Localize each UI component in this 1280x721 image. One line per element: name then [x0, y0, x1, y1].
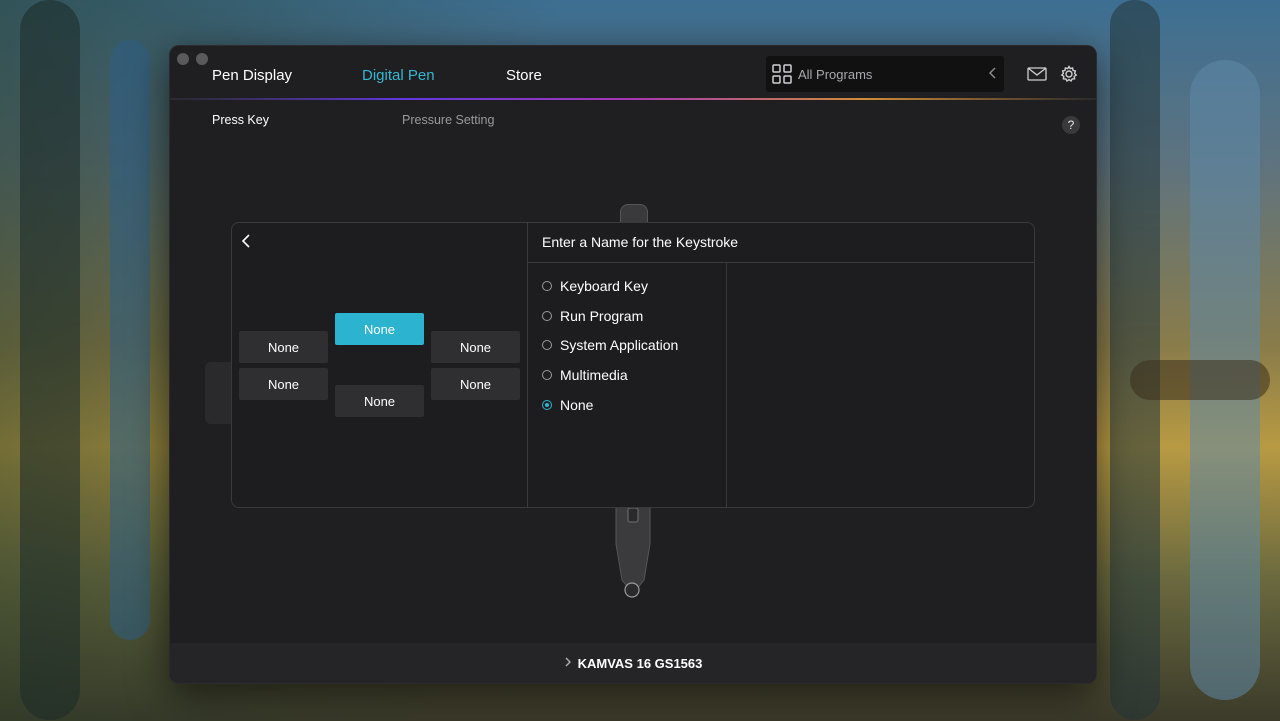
- radio-button[interactable]: [542, 281, 552, 291]
- option-label: None: [560, 397, 594, 413]
- key-button[interactable]: None: [431, 368, 520, 400]
- option-none[interactable]: None: [542, 397, 593, 413]
- tab-store[interactable]: Store: [506, 67, 542, 84]
- keystroke-dialog: None None None None None None Enter a Na…: [231, 222, 1035, 508]
- app-window: Pen Display Digital Pen Store All Progra…: [169, 45, 1097, 684]
- option-multimedia[interactable]: Multimedia: [542, 367, 628, 383]
- help-button[interactable]: ?: [1062, 116, 1080, 134]
- option-system-application[interactable]: System Application: [542, 337, 678, 353]
- dialog-title: Enter a Name for the Keystroke: [542, 234, 739, 250]
- key-button[interactable]: None: [239, 331, 328, 363]
- mail-icon[interactable]: [1026, 64, 1048, 84]
- title-divider: [527, 262, 1034, 263]
- program-select[interactable]: All Programs: [766, 56, 1004, 92]
- radio-button-checked[interactable]: [542, 400, 552, 410]
- chevron-left-icon: [988, 65, 998, 84]
- option-label: Run Program: [560, 308, 644, 324]
- window-minimize-button[interactable]: [196, 53, 208, 65]
- pen-illustration-bottom: [610, 503, 656, 600]
- key-button[interactable]: None: [431, 331, 520, 363]
- device-footer[interactable]: KAMVAS 16 GS1563: [170, 643, 1096, 683]
- grid-icon: [772, 64, 792, 84]
- key-button[interactable]: None: [335, 385, 424, 417]
- tab-pen-display[interactable]: Pen Display: [212, 67, 292, 84]
- window-close-button[interactable]: [177, 53, 189, 65]
- chevron-right-icon: [564, 656, 572, 671]
- option-label: Keyboard Key: [560, 278, 648, 294]
- background-streak: [110, 40, 150, 640]
- radio-button[interactable]: [542, 370, 552, 380]
- background-streak: [1130, 360, 1270, 400]
- panel-divider: [527, 223, 528, 507]
- panel-divider: [726, 262, 727, 507]
- option-label: System Application: [560, 337, 679, 353]
- option-keyboard-key[interactable]: Keyboard Key: [542, 278, 648, 294]
- key-button[interactable]: None: [239, 368, 328, 400]
- gear-icon[interactable]: [1058, 64, 1080, 84]
- option-run-program[interactable]: Run Program: [542, 308, 643, 324]
- subtab-press-key[interactable]: Press Key: [212, 113, 269, 127]
- radio-button[interactable]: [542, 311, 552, 321]
- device-name: KAMVAS 16 GS1563: [577, 655, 703, 671]
- background-streak: [20, 0, 80, 720]
- radio-button[interactable]: [542, 340, 552, 350]
- tab-digital-pen[interactable]: Digital Pen: [362, 67, 435, 84]
- header-divider: [170, 98, 1096, 100]
- option-label: Multimedia: [560, 367, 628, 383]
- key-button-selected[interactable]: None: [335, 313, 424, 345]
- subtab-pressure-setting[interactable]: Pressure Setting: [402, 113, 494, 127]
- program-select-label: All Programs: [798, 66, 873, 82]
- back-button[interactable]: [240, 233, 256, 253]
